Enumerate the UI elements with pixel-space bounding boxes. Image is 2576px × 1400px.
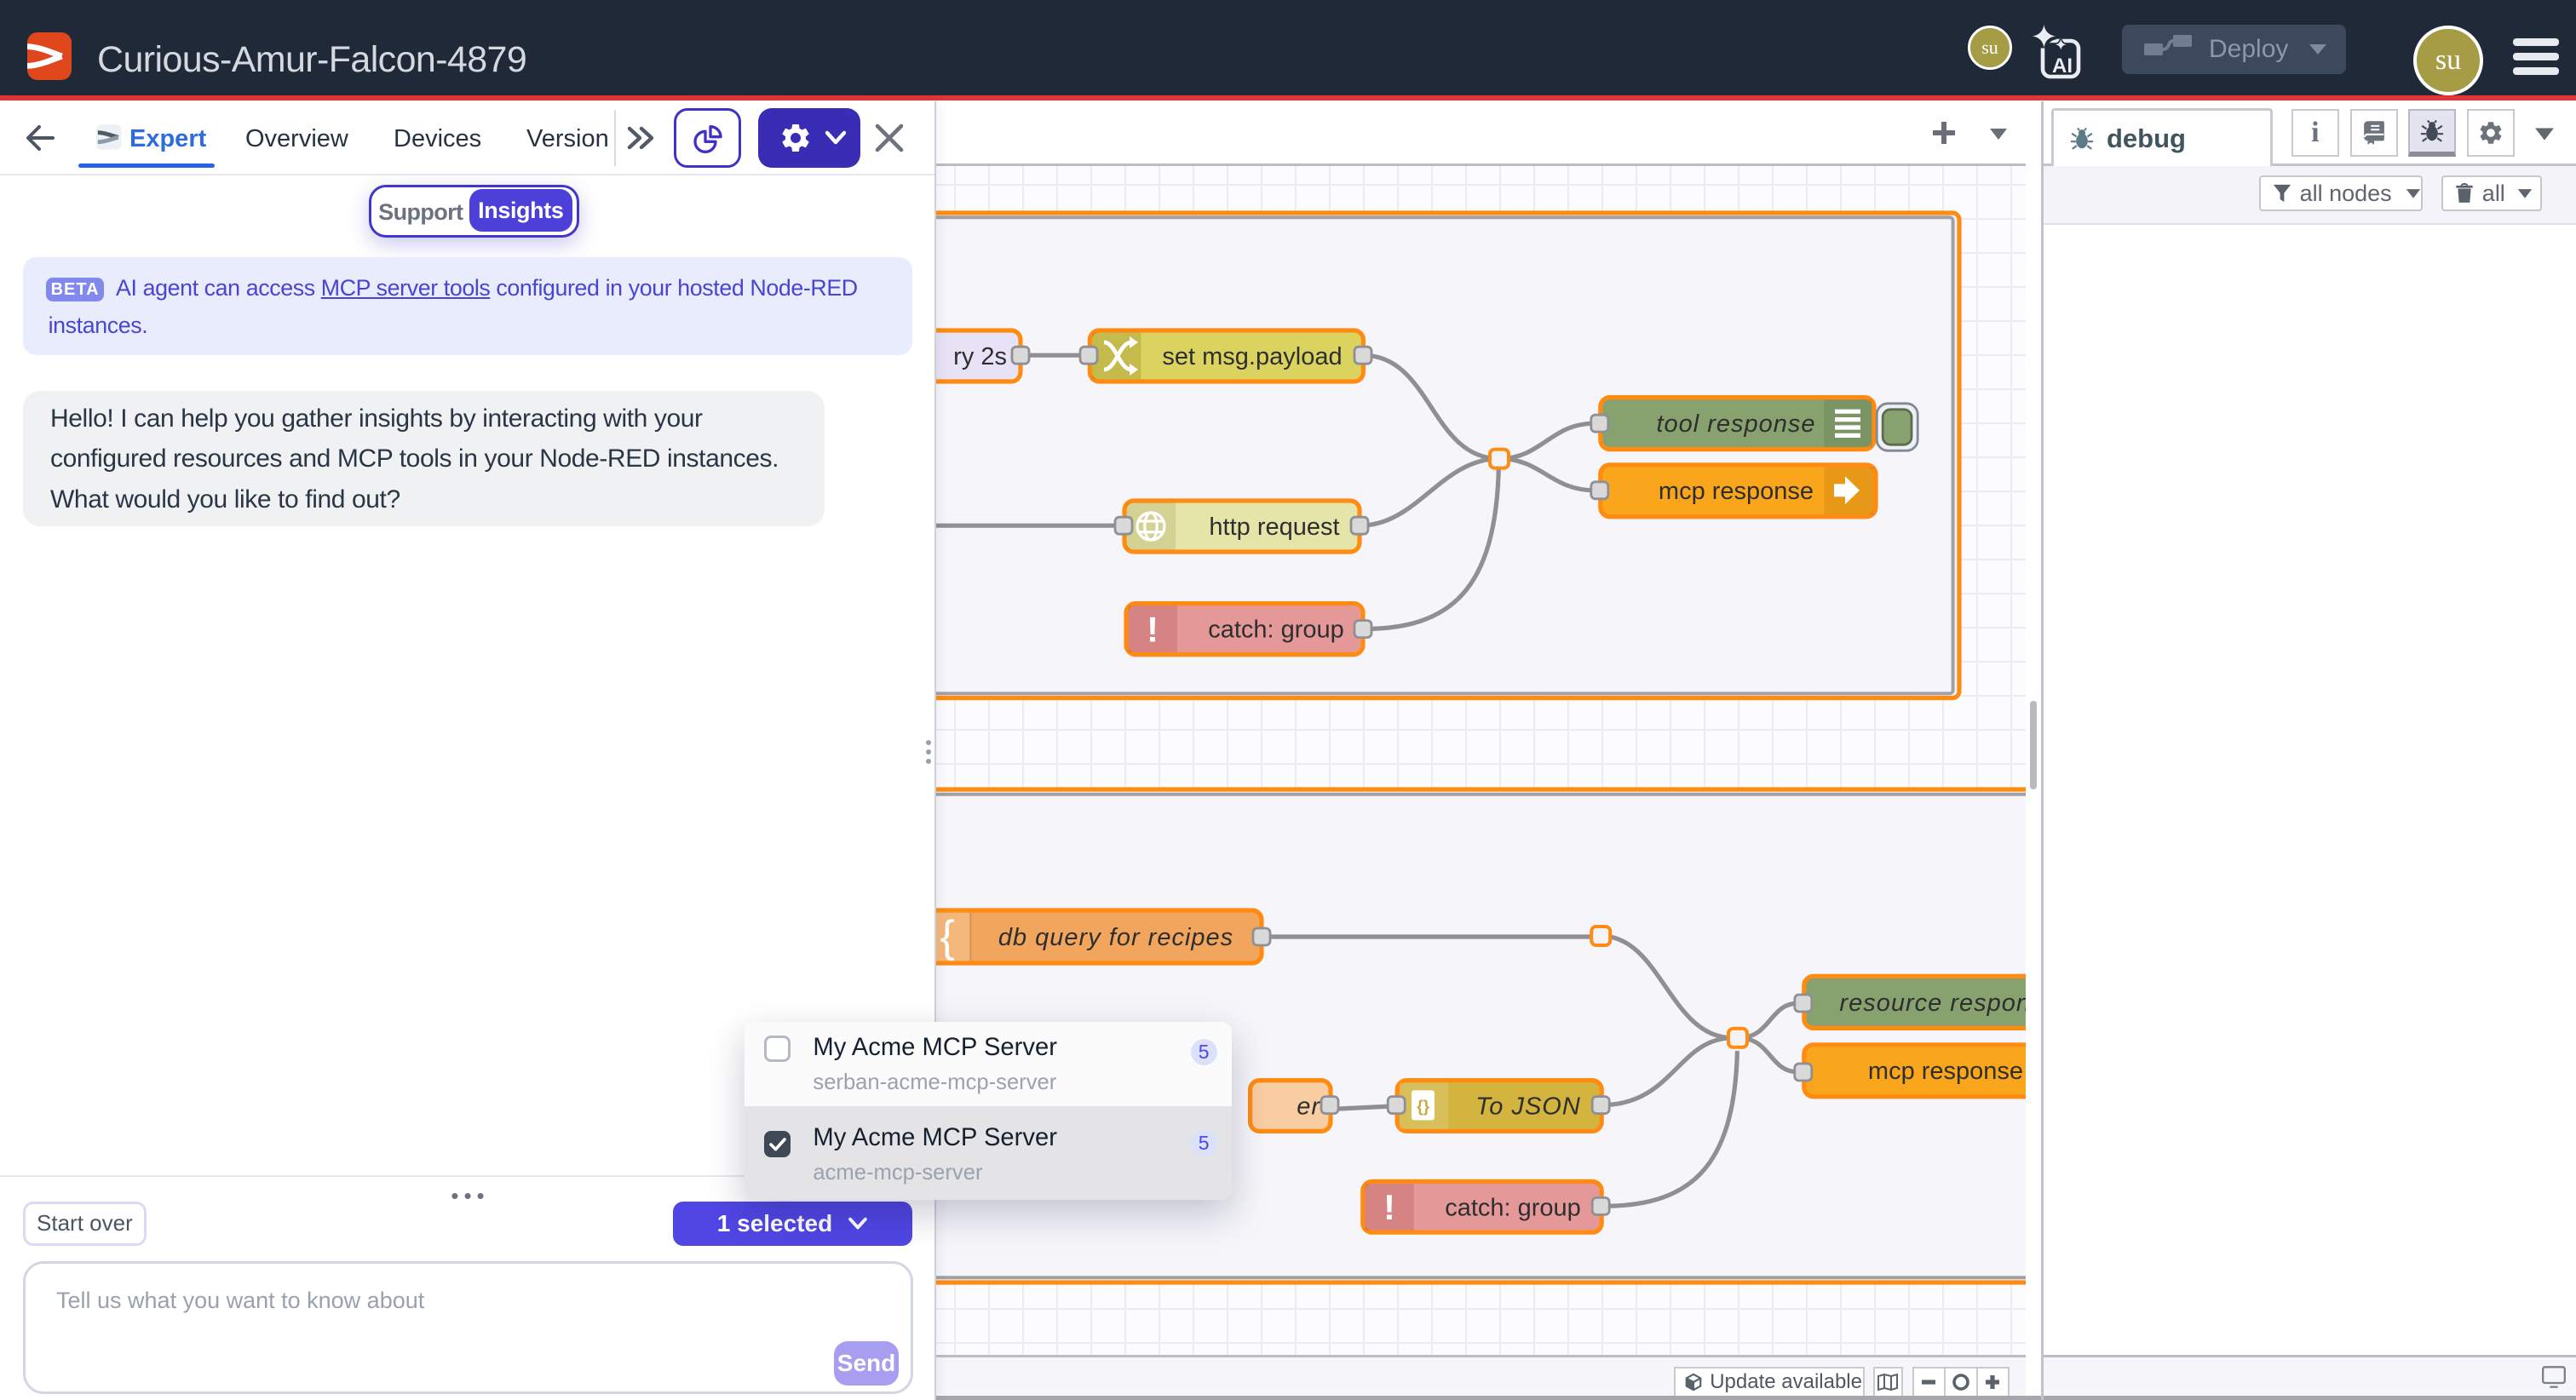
svg-text:{}: {}: [1417, 1099, 1429, 1116]
svg-text:{: {: [940, 912, 954, 961]
svg-text:!: !: [1383, 1187, 1395, 1227]
svg-text:er: er: [1297, 1093, 1320, 1121]
svg-text:catch: group: catch: group: [1208, 617, 1344, 644]
svg-text:mcp response: mcp response: [1659, 478, 1814, 505]
svg-text:db query for recipes: db query for recipes: [998, 924, 1233, 951]
svg-text:http request: http request: [1209, 514, 1339, 541]
svg-text:mcp response: mcp response: [1868, 1058, 2023, 1085]
svg-text:ry 2s: ry 2s: [953, 343, 1007, 370]
svg-text:set msg.payload: set msg.payload: [1162, 343, 1342, 370]
svg-text:AI: AI: [2052, 55, 2073, 77]
svg-text:resource response: resource response: [1839, 990, 2026, 1017]
svg-text:catch: group: catch: group: [1445, 1194, 1581, 1221]
svg-text:!: !: [1147, 610, 1159, 650]
svg-text:tool response: tool response: [1656, 410, 1815, 438]
svg-text:To JSON: To JSON: [1475, 1093, 1581, 1121]
